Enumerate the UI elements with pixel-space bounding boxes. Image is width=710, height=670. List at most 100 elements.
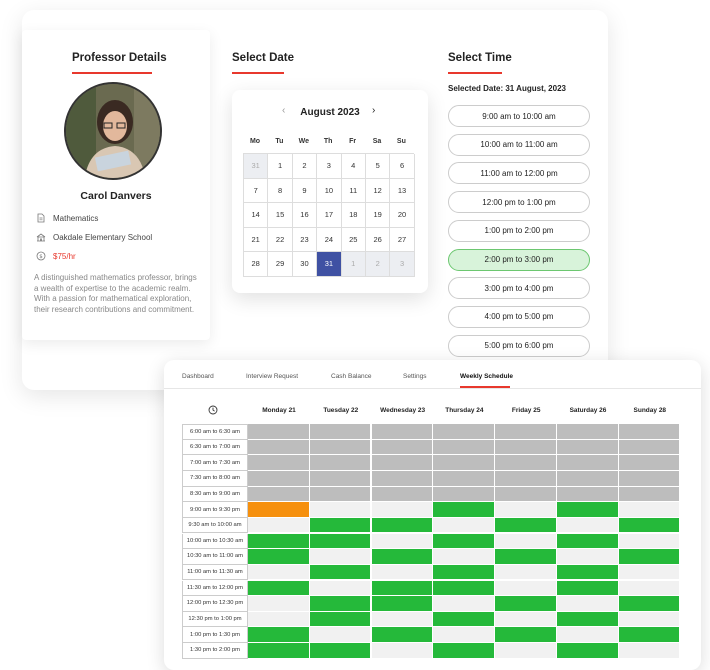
schedule-slot-free[interactable] (309, 549, 372, 565)
schedule-slot-free[interactable] (309, 627, 372, 644)
calendar-day[interactable]: 28 (244, 252, 269, 277)
calendar-day[interactable]: 24 (317, 227, 342, 252)
calendar-day[interactable]: 16 (292, 203, 318, 228)
schedule-slot-open[interactable] (433, 533, 495, 550)
schedule-slot-open[interactable] (248, 533, 310, 550)
time-slot[interactable]: 10:00 am to 11:00 am (448, 133, 590, 156)
calendar-day[interactable]: 21 (244, 227, 269, 252)
schedule-slot-open[interactable] (371, 580, 434, 597)
schedule-slot-open[interactable] (309, 517, 372, 534)
schedule-slot-open[interactable] (371, 627, 434, 644)
schedule-slot-open[interactable] (557, 580, 619, 597)
calendar-day[interactable]: 13 (390, 178, 415, 203)
schedule-slot-open[interactable] (309, 564, 372, 581)
calendar-day[interactable]: 27 (390, 227, 415, 252)
schedule-slot-booked[interactable] (248, 502, 310, 518)
schedule-slot-open[interactable] (557, 611, 619, 628)
schedule-slot-free[interactable] (371, 502, 434, 518)
schedule-slot-free[interactable] (248, 517, 310, 534)
schedule-slot-free[interactable] (618, 643, 681, 659)
calendar-day[interactable]: 20 (390, 203, 415, 228)
schedule-slot-free[interactable] (557, 596, 619, 612)
time-slot[interactable]: 4:00 pm to 5:00 pm (448, 305, 590, 328)
schedule-slot-free[interactable] (371, 564, 434, 581)
schedule-slot-free[interactable] (248, 596, 310, 612)
schedule-slot-open[interactable] (371, 517, 434, 534)
calendar-day[interactable]: 2 (365, 252, 391, 277)
time-slot[interactable]: 1:00 pm to 2:00 pm (448, 219, 590, 242)
schedule-slot-free[interactable] (309, 580, 372, 597)
calendar-day[interactable]: 3 (390, 252, 415, 277)
schedule-slot-free[interactable] (495, 580, 557, 597)
schedule-slot-free[interactable] (309, 502, 372, 518)
time-slot[interactable]: 11:00 am to 12:00 pm (448, 162, 590, 185)
schedule-slot-free[interactable] (433, 627, 495, 644)
schedule-slot-free[interactable] (618, 502, 681, 518)
tab-dashboard[interactable]: Dashboard (182, 373, 214, 380)
calendar-day[interactable]: 3 (317, 154, 342, 179)
tab-cash-balance[interactable]: Cash Balance (331, 373, 371, 380)
calendar-day[interactable]: 2 (292, 154, 318, 179)
calendar-day[interactable]: 1 (341, 252, 366, 277)
schedule-slot-free[interactable] (248, 564, 310, 581)
schedule-slot-free[interactable] (433, 517, 495, 534)
schedule-slot-open[interactable] (618, 549, 681, 565)
schedule-slot-free[interactable] (557, 517, 619, 534)
tab-weekly-schedule[interactable]: Weekly Schedule (460, 373, 513, 380)
schedule-slot-open[interactable] (309, 596, 372, 612)
calendar-day[interactable]: 22 (268, 227, 293, 252)
calendar-day[interactable]: 5 (365, 154, 391, 179)
calendar-day[interactable]: 18 (341, 203, 366, 228)
schedule-slot-open[interactable] (433, 643, 495, 659)
schedule-slot-free[interactable] (618, 564, 681, 581)
schedule-slot-free[interactable] (557, 549, 619, 565)
schedule-slot-free[interactable] (495, 611, 557, 628)
schedule-slot-free[interactable] (371, 533, 434, 550)
schedule-slot-open[interactable] (557, 564, 619, 581)
calendar-day[interactable]: 6 (390, 154, 415, 179)
schedule-slot-free[interactable] (557, 627, 619, 644)
time-slot[interactable]: 9:00 am to 10:00 am (448, 105, 590, 127)
schedule-slot-open[interactable] (495, 596, 557, 612)
calendar-day[interactable]: 15 (268, 203, 293, 228)
schedule-slot-open[interactable] (309, 611, 372, 628)
calendar-day[interactable]: 7 (244, 178, 269, 203)
schedule-slot-open[interactable] (495, 549, 557, 565)
schedule-slot-free[interactable] (618, 611, 681, 628)
schedule-slot-open[interactable] (557, 533, 619, 550)
time-slot[interactable]: 12:00 pm to 1:00 pm (448, 191, 590, 214)
calendar-day[interactable]: 23 (292, 227, 318, 252)
calendar-day[interactable]: 11 (341, 178, 366, 203)
calendar-day[interactable]: 30 (292, 252, 318, 277)
schedule-slot-open[interactable] (309, 533, 372, 550)
calendar-day[interactable]: 12 (365, 178, 391, 203)
time-slot[interactable]: 3:00 pm to 4:00 pm (448, 277, 590, 300)
tab-settings[interactable]: Settings (403, 373, 427, 380)
time-slot[interactable]: 5:00 pm to 6:00 pm (448, 334, 590, 357)
calendar-day[interactable]: 29 (268, 252, 293, 277)
schedule-slot-open[interactable] (248, 549, 310, 565)
calendar-day[interactable]: 26 (365, 227, 391, 252)
calendar-day[interactable]: 9 (292, 178, 318, 203)
schedule-slot-open[interactable] (433, 611, 495, 628)
schedule-slot-open[interactable] (495, 627, 557, 644)
schedule-slot-open[interactable] (433, 564, 495, 581)
calendar-day[interactable]: 19 (365, 203, 391, 228)
calendar-day[interactable]: 1 (268, 154, 293, 179)
schedule-slot-open[interactable] (248, 580, 310, 597)
schedule-slot-open[interactable] (309, 643, 372, 659)
schedule-slot-free[interactable] (618, 580, 681, 597)
chevron-right-icon[interactable]: › (372, 105, 375, 116)
schedule-slot-open[interactable] (618, 627, 681, 644)
tab-interview-request[interactable]: Interview Request (246, 373, 298, 380)
calendar-day[interactable]: 14 (244, 203, 269, 228)
calendar-day[interactable]: 17 (317, 203, 342, 228)
calendar-day[interactable]: 4 (341, 154, 366, 179)
schedule-slot-open[interactable] (557, 502, 619, 518)
calendar-day-selected[interactable]: 31 (317, 252, 342, 277)
schedule-slot-open[interactable] (248, 627, 310, 644)
schedule-slot-free[interactable] (495, 643, 557, 659)
schedule-slot-free[interactable] (495, 564, 557, 581)
schedule-slot-free[interactable] (495, 502, 557, 518)
schedule-slot-open[interactable] (557, 643, 619, 659)
